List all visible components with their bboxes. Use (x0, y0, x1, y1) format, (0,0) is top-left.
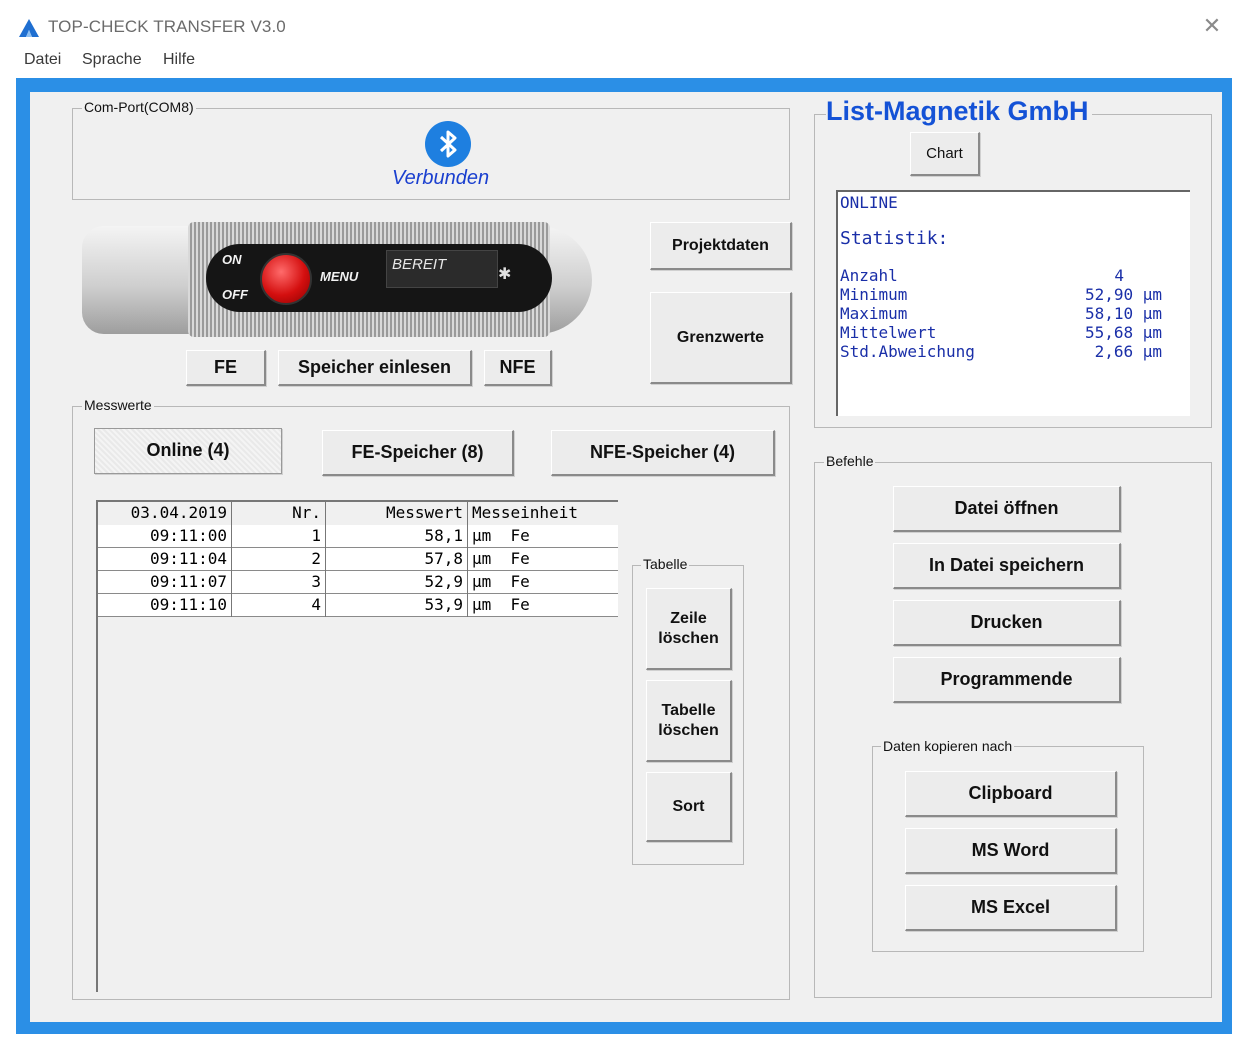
save-file-button[interactable]: In Datei speichern (893, 543, 1121, 589)
stats-row-name: Maximum (840, 304, 908, 323)
statistics-panel: ONLINE Statistik: Anzahl 4 Minimum 52,90… (836, 190, 1190, 416)
tab-fe-memory[interactable]: FE-Speicher (8) (322, 430, 514, 476)
cell-unit: µm Fe (472, 572, 530, 591)
stats-row-value: 55,68 µm (1084, 323, 1162, 342)
device-on-label: ON (222, 252, 242, 267)
device-display-text: BEREIT (392, 256, 447, 273)
stats-row-name: Anzahl (840, 266, 898, 285)
delete-row-button[interactable]: Zeile löschen (646, 588, 732, 670)
connection-status: Verbunden (392, 167, 490, 189)
delete-table-label-1: Tabelle (661, 702, 716, 720)
cell-unit: µm Fe (472, 549, 530, 568)
delete-table-button[interactable]: Tabelle löschen (646, 680, 732, 762)
copy-excel-button[interactable]: MS Excel (905, 885, 1117, 931)
window-title: TOP-CHECK TRANSFER V3.0 (48, 17, 286, 36)
stats-row: Std.Abweichung 2,66 µm (840, 342, 1162, 361)
header-value: Messwert (326, 502, 468, 525)
menu-bar (12, 48, 1234, 74)
print-button[interactable]: Drucken (893, 600, 1121, 646)
measurements-group-label: Messwerte (82, 397, 154, 413)
stats-row-value: 2,66 µm (1094, 342, 1162, 361)
close-icon[interactable]: ✕ (1198, 12, 1226, 40)
cell-nr: 4 (232, 594, 326, 617)
device-menu-label: MENU (320, 269, 359, 284)
stats-row-name: Std.Abweichung (840, 342, 975, 361)
menu-hilfe[interactable]: Hilfe (163, 51, 195, 69)
table-header-row: 03.04.2019 Nr. Messwert Messeinheit (98, 502, 618, 525)
copy-word-button[interactable]: MS Word (905, 828, 1117, 874)
bluetooth-icon (425, 121, 471, 167)
stats-row-name: Mittelwert (840, 323, 937, 342)
delete-table-label-2: löschen (658, 721, 719, 739)
brand-name: List-Magnetik GmbH (826, 96, 1092, 127)
measurements-table[interactable]: 03.04.2019 Nr. Messwert Messeinheit 09:1… (96, 500, 618, 992)
bluetooth-glyph-icon (439, 130, 457, 158)
device-bluetooth-icon: ✱ (498, 266, 512, 283)
app-logo-icon (19, 19, 39, 37)
copy-clipboard-button[interactable]: Clipboard (905, 771, 1117, 817)
table-row[interactable]: 09:11:07 3 52,9 µm Fe (98, 571, 618, 594)
project-data-button[interactable]: Projektdaten (650, 222, 792, 270)
cell-value: 53,9 (326, 594, 468, 617)
exit-button[interactable]: Programmende (893, 657, 1121, 703)
commands-group-label: Befehle (824, 453, 876, 469)
stats-row: Mittelwert 55,68 µm (840, 323, 1162, 342)
stats-heading: Statistik: (840, 228, 949, 249)
stats-mode: ONLINE (840, 193, 898, 212)
delete-row-label-2: löschen (658, 629, 719, 647)
stats-row-value: 4 (1114, 266, 1124, 285)
delete-row-label-1: Zeile (670, 610, 707, 628)
comport-group-label: Com-Port(COM8) (82, 99, 196, 115)
cell-time: 09:11:10 (98, 594, 232, 617)
limits-button[interactable]: Grenzwerte (650, 292, 792, 384)
read-memory-button[interactable]: Speicher einlesen (278, 350, 472, 386)
table-row[interactable]: 09:11:10 4 53,9 µm Fe (98, 594, 618, 617)
menu-datei[interactable]: Datei (24, 51, 61, 69)
header-nr: Nr. (232, 502, 326, 525)
menu-sprache[interactable]: Sprache (82, 51, 142, 69)
cell-time: 09:11:07 (98, 571, 232, 594)
header-date: 03.04.2019 (98, 502, 232, 525)
cell-time: 09:11:04 (98, 548, 232, 571)
cell-value: 57,8 (326, 548, 468, 571)
cell-time: 09:11:00 (98, 525, 232, 548)
cell-nr: 3 (232, 571, 326, 594)
stats-row: Minimum 52,90 µm (840, 285, 1162, 304)
cell-unit: µm Fe (472, 595, 530, 614)
table-group-label: Tabelle (641, 556, 690, 572)
copy-group-label: Daten kopieren nach (881, 738, 1015, 754)
chart-button[interactable]: Chart (910, 132, 980, 176)
stats-row: Anzahl 4 (840, 266, 1162, 285)
device-off-label: OFF (222, 287, 248, 302)
sort-button[interactable]: Sort (646, 772, 732, 842)
stats-row-name: Minimum (840, 285, 908, 304)
stats-row-value: 58,10 µm (1084, 304, 1162, 323)
table-row[interactable]: 09:11:04 2 57,8 µm Fe (98, 548, 618, 571)
device-power-button (260, 253, 312, 305)
stats-row: Maximum 58,10 µm (840, 304, 1162, 323)
stats-row-value: 52,90 µm (1084, 285, 1162, 304)
tab-online[interactable]: Online (4) (94, 428, 282, 474)
cell-nr: 1 (232, 525, 326, 548)
cell-unit: µm Fe (472, 526, 530, 545)
cell-value: 58,1 (326, 525, 468, 548)
fe-button[interactable]: FE (186, 350, 266, 386)
cell-value: 52,9 (326, 571, 468, 594)
nfe-button[interactable]: NFE (484, 350, 552, 386)
table-row[interactable]: 09:11:00 1 58,1 µm Fe (98, 525, 618, 548)
header-unit: Messeinheit (472, 503, 578, 522)
cell-nr: 2 (232, 548, 326, 571)
open-file-button[interactable]: Datei öffnen (893, 486, 1121, 532)
tab-nfe-memory[interactable]: NFE-Speicher (4) (551, 430, 775, 476)
